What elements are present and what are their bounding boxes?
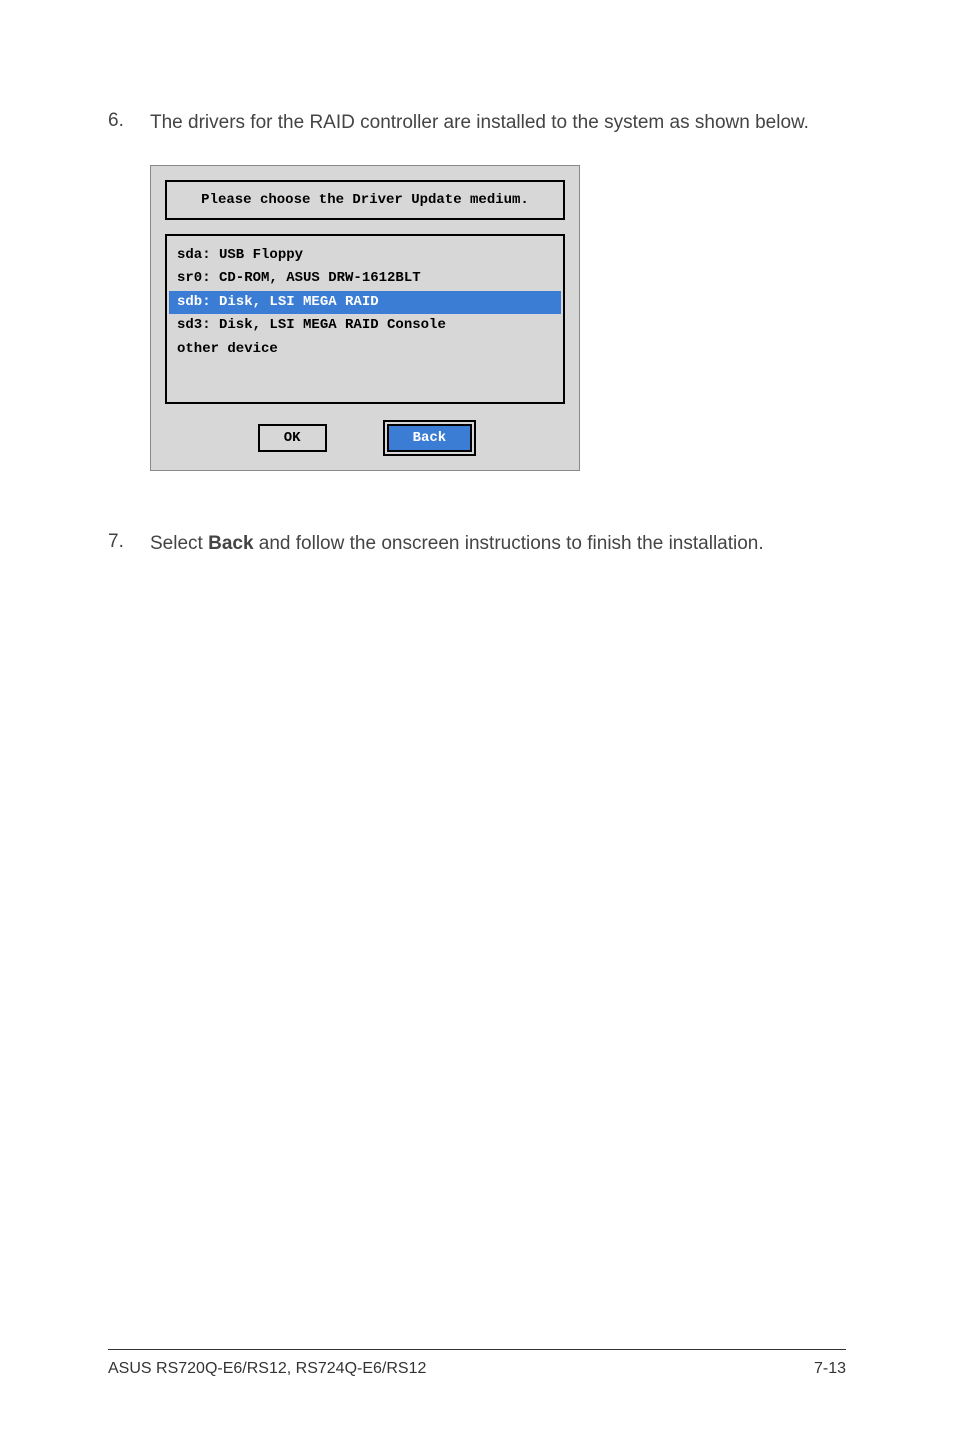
dialog-list: sda: USB Floppy sr0: CD-ROM, ASUS DRW-16… bbox=[165, 234, 565, 404]
step-6-text: The drivers for the RAID controller are … bbox=[150, 110, 809, 137]
step-7-number: 7. bbox=[108, 531, 150, 558]
list-item-other[interactable]: other device bbox=[167, 338, 563, 362]
driver-dialog-screenshot: Please choose the Driver Update medium. … bbox=[150, 165, 846, 471]
step-6-number: 6. bbox=[108, 110, 150, 137]
step-7-prefix: Select bbox=[150, 533, 208, 554]
list-item-sdb-selected[interactable]: sdb: Disk, LSI MEGA RAID bbox=[169, 291, 561, 315]
list-item-sda[interactable]: sda: USB Floppy bbox=[167, 244, 563, 268]
back-button[interactable]: Back bbox=[387, 424, 473, 452]
driver-dialog: Please choose the Driver Update medium. … bbox=[150, 165, 580, 471]
step-7: 7. Select Back and follow the onscreen i… bbox=[108, 531, 846, 558]
dialog-button-row: OK Back bbox=[165, 424, 565, 452]
list-item-sd3[interactable]: sd3: Disk, LSI MEGA RAID Console bbox=[167, 314, 563, 338]
dialog-title: Please choose the Driver Update medium. bbox=[165, 180, 565, 220]
ok-button[interactable]: OK bbox=[258, 424, 327, 452]
list-item-sr0[interactable]: sr0: CD-ROM, ASUS DRW-1612BLT bbox=[167, 267, 563, 291]
step-7-text: Select Back and follow the onscreen inst… bbox=[150, 531, 764, 558]
step-7-bold: Back bbox=[208, 533, 253, 554]
footer-left: ASUS RS720Q-E6/RS12, RS724Q-E6/RS12 bbox=[108, 1360, 426, 1378]
footer-right: 7-13 bbox=[814, 1360, 846, 1378]
step-6: 6. The drivers for the RAID controller a… bbox=[108, 110, 846, 137]
step-7-suffix: and follow the onscreen instructions to … bbox=[254, 533, 764, 554]
page-footer: ASUS RS720Q-E6/RS12, RS724Q-E6/RS12 7-13 bbox=[108, 1349, 846, 1378]
